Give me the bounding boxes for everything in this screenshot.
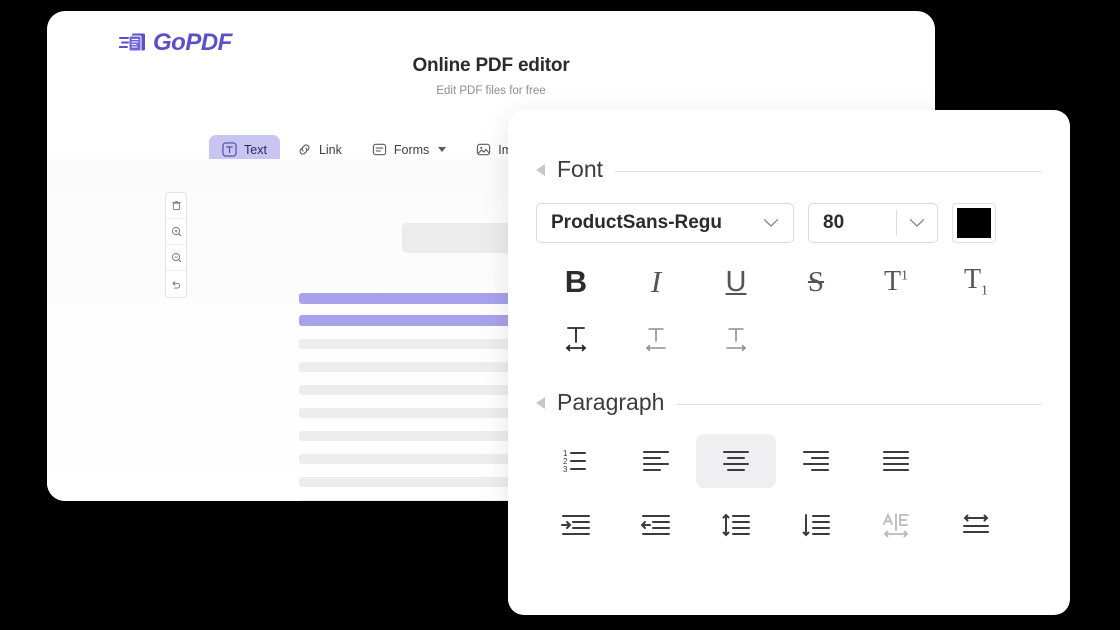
collapse-triangle-icon[interactable] [536, 164, 545, 176]
align-right-button[interactable] [776, 434, 856, 488]
font-family-select[interactable]: ProductSans-Regu [536, 203, 794, 243]
page-subtitle: Edit PDF files for free [47, 85, 935, 97]
undo-icon[interactable] [166, 271, 186, 297]
divider [615, 171, 1042, 172]
zoom-out-icon[interactable] [166, 245, 186, 271]
text-properties-panel: Font ProductSans-Regu 80 [508, 110, 1070, 615]
align-justify-button[interactable] [856, 434, 936, 488]
font-section-label: Font [557, 156, 603, 183]
page-title: Online PDF editor [47, 55, 935, 77]
subscript-button[interactable]: T1 [936, 255, 1016, 309]
font-color-swatch[interactable] [952, 203, 996, 243]
screenshot-root: GoPDF Online PDF editor Edit PDF files f… [0, 0, 1120, 630]
strikethrough-button[interactable]: S [776, 255, 856, 309]
svg-text:3: 3 [563, 465, 568, 474]
tab-label: Link [319, 143, 342, 157]
font-section-header[interactable]: Font [536, 110, 1042, 183]
line-spacing-button[interactable] [696, 498, 776, 552]
document-speed-icon [119, 32, 147, 54]
text-stretch-both-button[interactable] [536, 311, 616, 365]
chevron-down-icon [757, 218, 785, 228]
tab-label: Forms [394, 143, 429, 157]
chevron-down-icon [897, 218, 937, 228]
brand-logo[interactable]: GoPDF [119, 29, 232, 57]
canvas-tools [165, 192, 187, 298]
paragraph-spacing-button[interactable] [776, 498, 856, 552]
numbered-list-button[interactable]: 123 [536, 434, 616, 488]
underline-button[interactable]: U [696, 255, 776, 309]
zoom-in-icon[interactable] [166, 219, 186, 245]
text-stretch-left-button[interactable] [616, 311, 696, 365]
text-width-button[interactable] [936, 498, 1016, 552]
font-family-value: ProductSans-Regu [551, 212, 722, 234]
indent-increase-button[interactable] [536, 498, 616, 552]
paragraph-section-label: Paragraph [557, 389, 664, 416]
image-icon [476, 142, 491, 157]
paragraph-spacing-row [536, 498, 1042, 552]
collapse-triangle-icon[interactable] [536, 397, 545, 409]
divider [676, 404, 1042, 405]
font-size-select[interactable]: 80 [808, 203, 938, 243]
align-center-button[interactable] [696, 434, 776, 488]
text-stretch-row [536, 311, 1042, 365]
text-box-icon [222, 142, 237, 157]
delete-icon[interactable] [166, 193, 186, 219]
paragraph-section-header[interactable]: Paragraph [536, 389, 1042, 416]
link-icon [297, 142, 312, 157]
forms-icon [372, 142, 387, 157]
font-controls-row: ProductSans-Regu 80 [536, 203, 1042, 243]
tab-label: Text [244, 143, 267, 157]
align-left-button[interactable] [616, 434, 696, 488]
superscript-button[interactable]: T1 [856, 255, 936, 309]
paragraph-align-row: 123 [536, 434, 1042, 488]
character-spacing-button[interactable] [856, 498, 936, 552]
header-block: Online PDF editor Edit PDF files for fre… [47, 55, 935, 97]
brand-name: GoPDF [153, 29, 232, 57]
indent-decrease-button[interactable] [616, 498, 696, 552]
chevron-down-icon [438, 147, 446, 152]
bold-button[interactable]: B [536, 255, 616, 309]
text-stretch-right-button[interactable] [696, 311, 776, 365]
color-fill [957, 208, 991, 238]
italic-button[interactable]: I [616, 255, 696, 309]
font-format-row: B I U S T1 T1 [536, 255, 1042, 309]
font-size-value: 80 [823, 212, 844, 234]
